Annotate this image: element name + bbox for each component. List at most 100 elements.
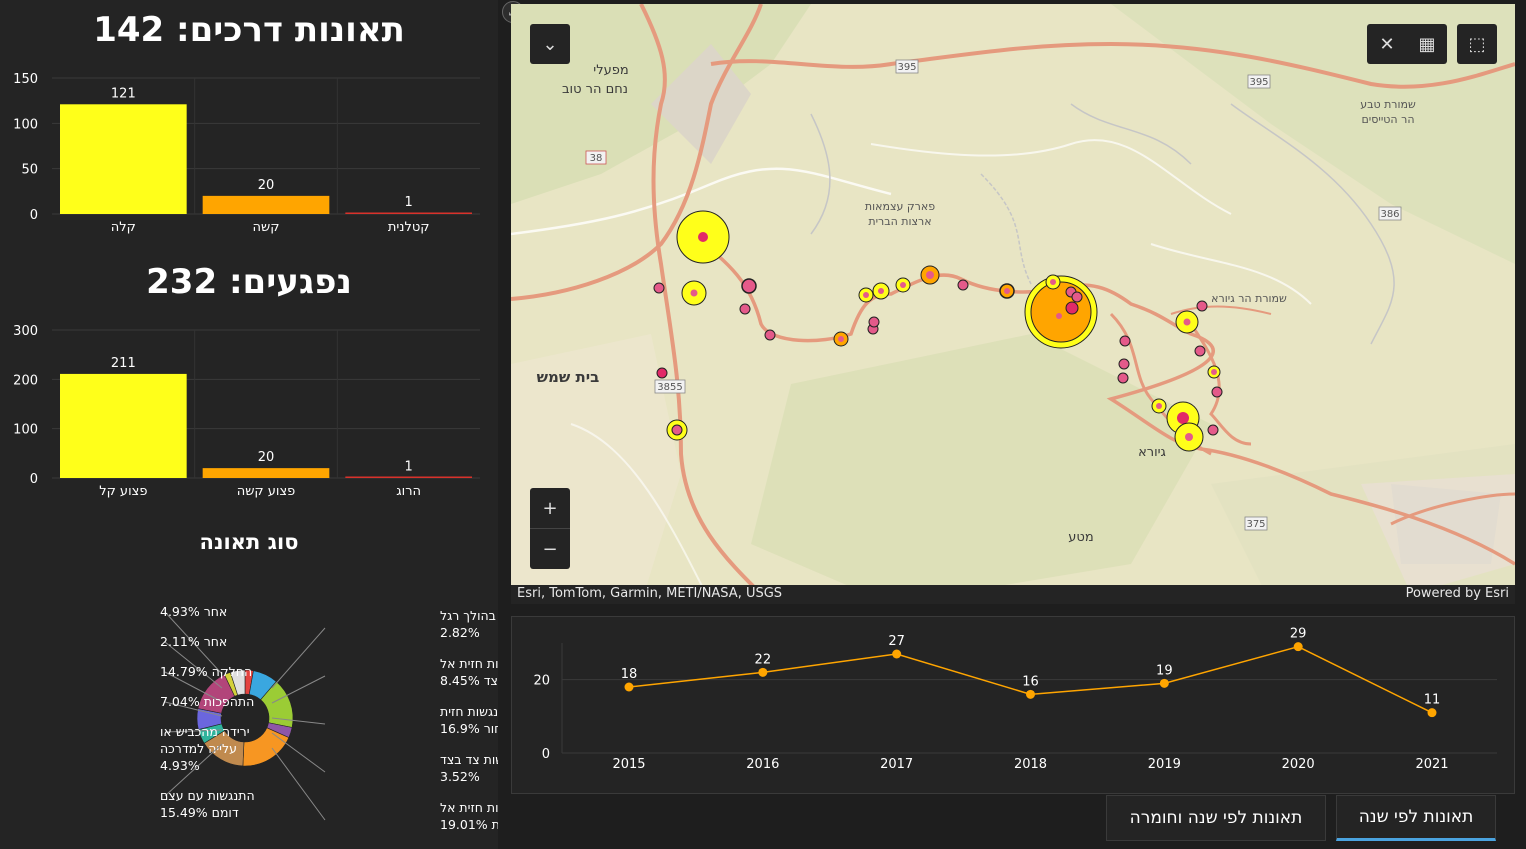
collapse-chevrons-icon[interactable]: ⌄ (530, 24, 570, 64)
place-label: מטע (1068, 530, 1093, 545)
slice-label: אחר 4.93% (160, 604, 227, 619)
data-point (1026, 689, 1035, 699)
bar-value-label: 20 (258, 450, 275, 465)
map-canvas[interactable]: 395 395 38 386 3855 375 מפעלי נחם הר טוב… (511, 4, 1515, 604)
slice-label: פגיעה בהולך רגל (440, 608, 498, 623)
zoom-out-button[interactable]: − (530, 529, 570, 569)
slice-label: התהפכות 7.04% (160, 694, 254, 709)
slice-label: עלייה למדרכה (160, 741, 237, 756)
place-label: ארצות הברית (868, 215, 931, 228)
data-label: 11 (1424, 693, 1441, 708)
y-tick-label: 100 (13, 117, 38, 132)
layer-select-icon[interactable]: ▦ (1407, 24, 1447, 64)
bar (60, 104, 187, 214)
x-tick-label: 2020 (1282, 757, 1315, 772)
place-label: גיורא (1138, 445, 1166, 460)
place-label: נחם הר טוב (562, 82, 628, 97)
category-label: פצוע קל (99, 484, 147, 499)
slice-label: התנגשות חזית אל (440, 800, 498, 815)
data-label: 19 (1156, 663, 1173, 678)
slice-label: ירידה מהכביש או (160, 724, 250, 739)
accidents-by-year-line-chart: 20 0 18 2015 22 2016 27 2017 16 2018 19 2019 29 2020 1… (533, 627, 1497, 772)
slice-label: 4.93% (160, 758, 200, 773)
accidents-by-year-panel: 20 0 18 2015 22 2016 27 2017 16 2018 19 2019 29 2020 1… (511, 616, 1515, 794)
slice-label: צד 8.45% (440, 673, 498, 688)
slice-label: התנגשות חזית (440, 704, 498, 719)
bar (202, 195, 330, 214)
y-tick-label: 0 (30, 472, 38, 487)
accident-type-title: סוג תאונה (199, 530, 299, 554)
y-tick-label: 300 (13, 324, 38, 339)
x-tick-label: 2018 (1014, 757, 1047, 772)
bar-value-label: 1 (405, 460, 413, 475)
accident-type-donut-chart: פגיעה בהולך רגל 2.82% התנגשות חזית אל צד 8.… (160, 604, 498, 832)
road-shield-395: 395 (897, 62, 916, 73)
slice-label: 3.52% (440, 769, 480, 784)
slice-label: 2.82% (440, 625, 480, 640)
accidents-map[interactable]: 395 395 38 386 3855 375 מפעלי נחם הר טוב… (511, 4, 1515, 604)
leader-line (271, 627, 326, 689)
accidents-severity-chart: 150 100 50 0 121 קלה 20 קשה 1 קטלנית (13, 72, 480, 235)
x-tick-label: 2021 (1415, 757, 1448, 772)
slice-label: חזית 19.01% (440, 817, 498, 832)
injured-total-title: נפגעים: 232 (146, 262, 352, 302)
x-tick-label: 2016 (746, 757, 779, 772)
y-tick-label: 100 (13, 423, 38, 438)
data-point (624, 682, 634, 692)
map-attribution-text: Esri, TomTom, Garmin, METI/NASA, USGS (517, 586, 783, 601)
category-label: קלה (111, 220, 136, 235)
data-label: 27 (888, 634, 905, 649)
y-tick-label: 0 (30, 208, 38, 223)
category-label: פצוע קשה (237, 484, 296, 499)
slice-label: באחור 16.9% (440, 721, 498, 736)
bar-value-label: 121 (111, 86, 136, 101)
x-tick-label: 2019 (1148, 757, 1181, 772)
place-label: מפעלי (593, 63, 628, 78)
place-label: פארק עצמאות (865, 200, 935, 213)
injured-severity-chart: 300 200 100 0 211 פצוע קל 20 פצוע קשה 1 הרוג (13, 324, 480, 499)
slice-label: התנגשות צד בצד (440, 752, 498, 767)
data-point (1159, 678, 1169, 688)
bar (202, 468, 330, 478)
data-point (892, 649, 902, 659)
leader-line (271, 747, 326, 821)
bar (345, 476, 472, 478)
data-label: 29 (1290, 627, 1307, 642)
slice-label: התנגשות עם עצם (160, 788, 255, 803)
bar (345, 212, 472, 214)
category-label: קשה (253, 220, 280, 235)
data-label: 16 (1022, 674, 1039, 689)
zoom-in-button[interactable]: + (530, 488, 570, 529)
data-label: 22 (755, 652, 772, 667)
road-shield-386: 386 (1380, 209, 1399, 220)
y-tick-label: 20 (533, 674, 550, 689)
tab-accidents-by-year-severity[interactable]: תאונות לפי שנה וחומרה (1106, 795, 1326, 841)
data-point (1293, 642, 1303, 652)
road-shield-38: 38 (590, 153, 603, 164)
selection-tool-icon[interactable]: ⬚ (1457, 24, 1497, 64)
place-label: שמורת הר גיורא (1211, 292, 1287, 305)
y-tick-label: 200 (13, 373, 38, 388)
leader-line (271, 732, 326, 773)
x-tick-label: 2017 (880, 757, 913, 772)
x-tick-label: 2015 (612, 757, 645, 772)
map-attribution-bar: Esri, TomTom, Garmin, METI/NASA, USGS Po… (511, 585, 1515, 604)
y-tick-label: 50 (21, 163, 38, 178)
slice-label: אחר 2.11% (160, 634, 227, 649)
slice-label: דומם 15.49% (160, 805, 239, 820)
road-shield-3855: 3855 (657, 382, 682, 393)
category-label: הרוג (396, 484, 421, 499)
category-label: קטלנית (388, 220, 430, 235)
y-tick-label: 0 (542, 747, 550, 762)
dashboard-side-panel: תאונות דרכים: 142 150 100 50 0 121 קלה 20 קשה 1 ק… (0, 0, 498, 849)
bar (60, 373, 187, 478)
slice-label: התנגשות חזית אל (440, 656, 498, 671)
close-icon[interactable]: ✕ (1367, 24, 1407, 64)
data-label: 18 (621, 667, 638, 682)
data-point (1427, 708, 1437, 718)
road-shield-395: 395 (1249, 77, 1268, 88)
road-shield-375: 375 (1246, 519, 1265, 530)
tab-accidents-by-year[interactable]: תאונות לפי שנה (1336, 795, 1496, 841)
data-point (758, 667, 768, 677)
powered-by-esri[interactable]: Powered by Esri (1406, 586, 1509, 601)
